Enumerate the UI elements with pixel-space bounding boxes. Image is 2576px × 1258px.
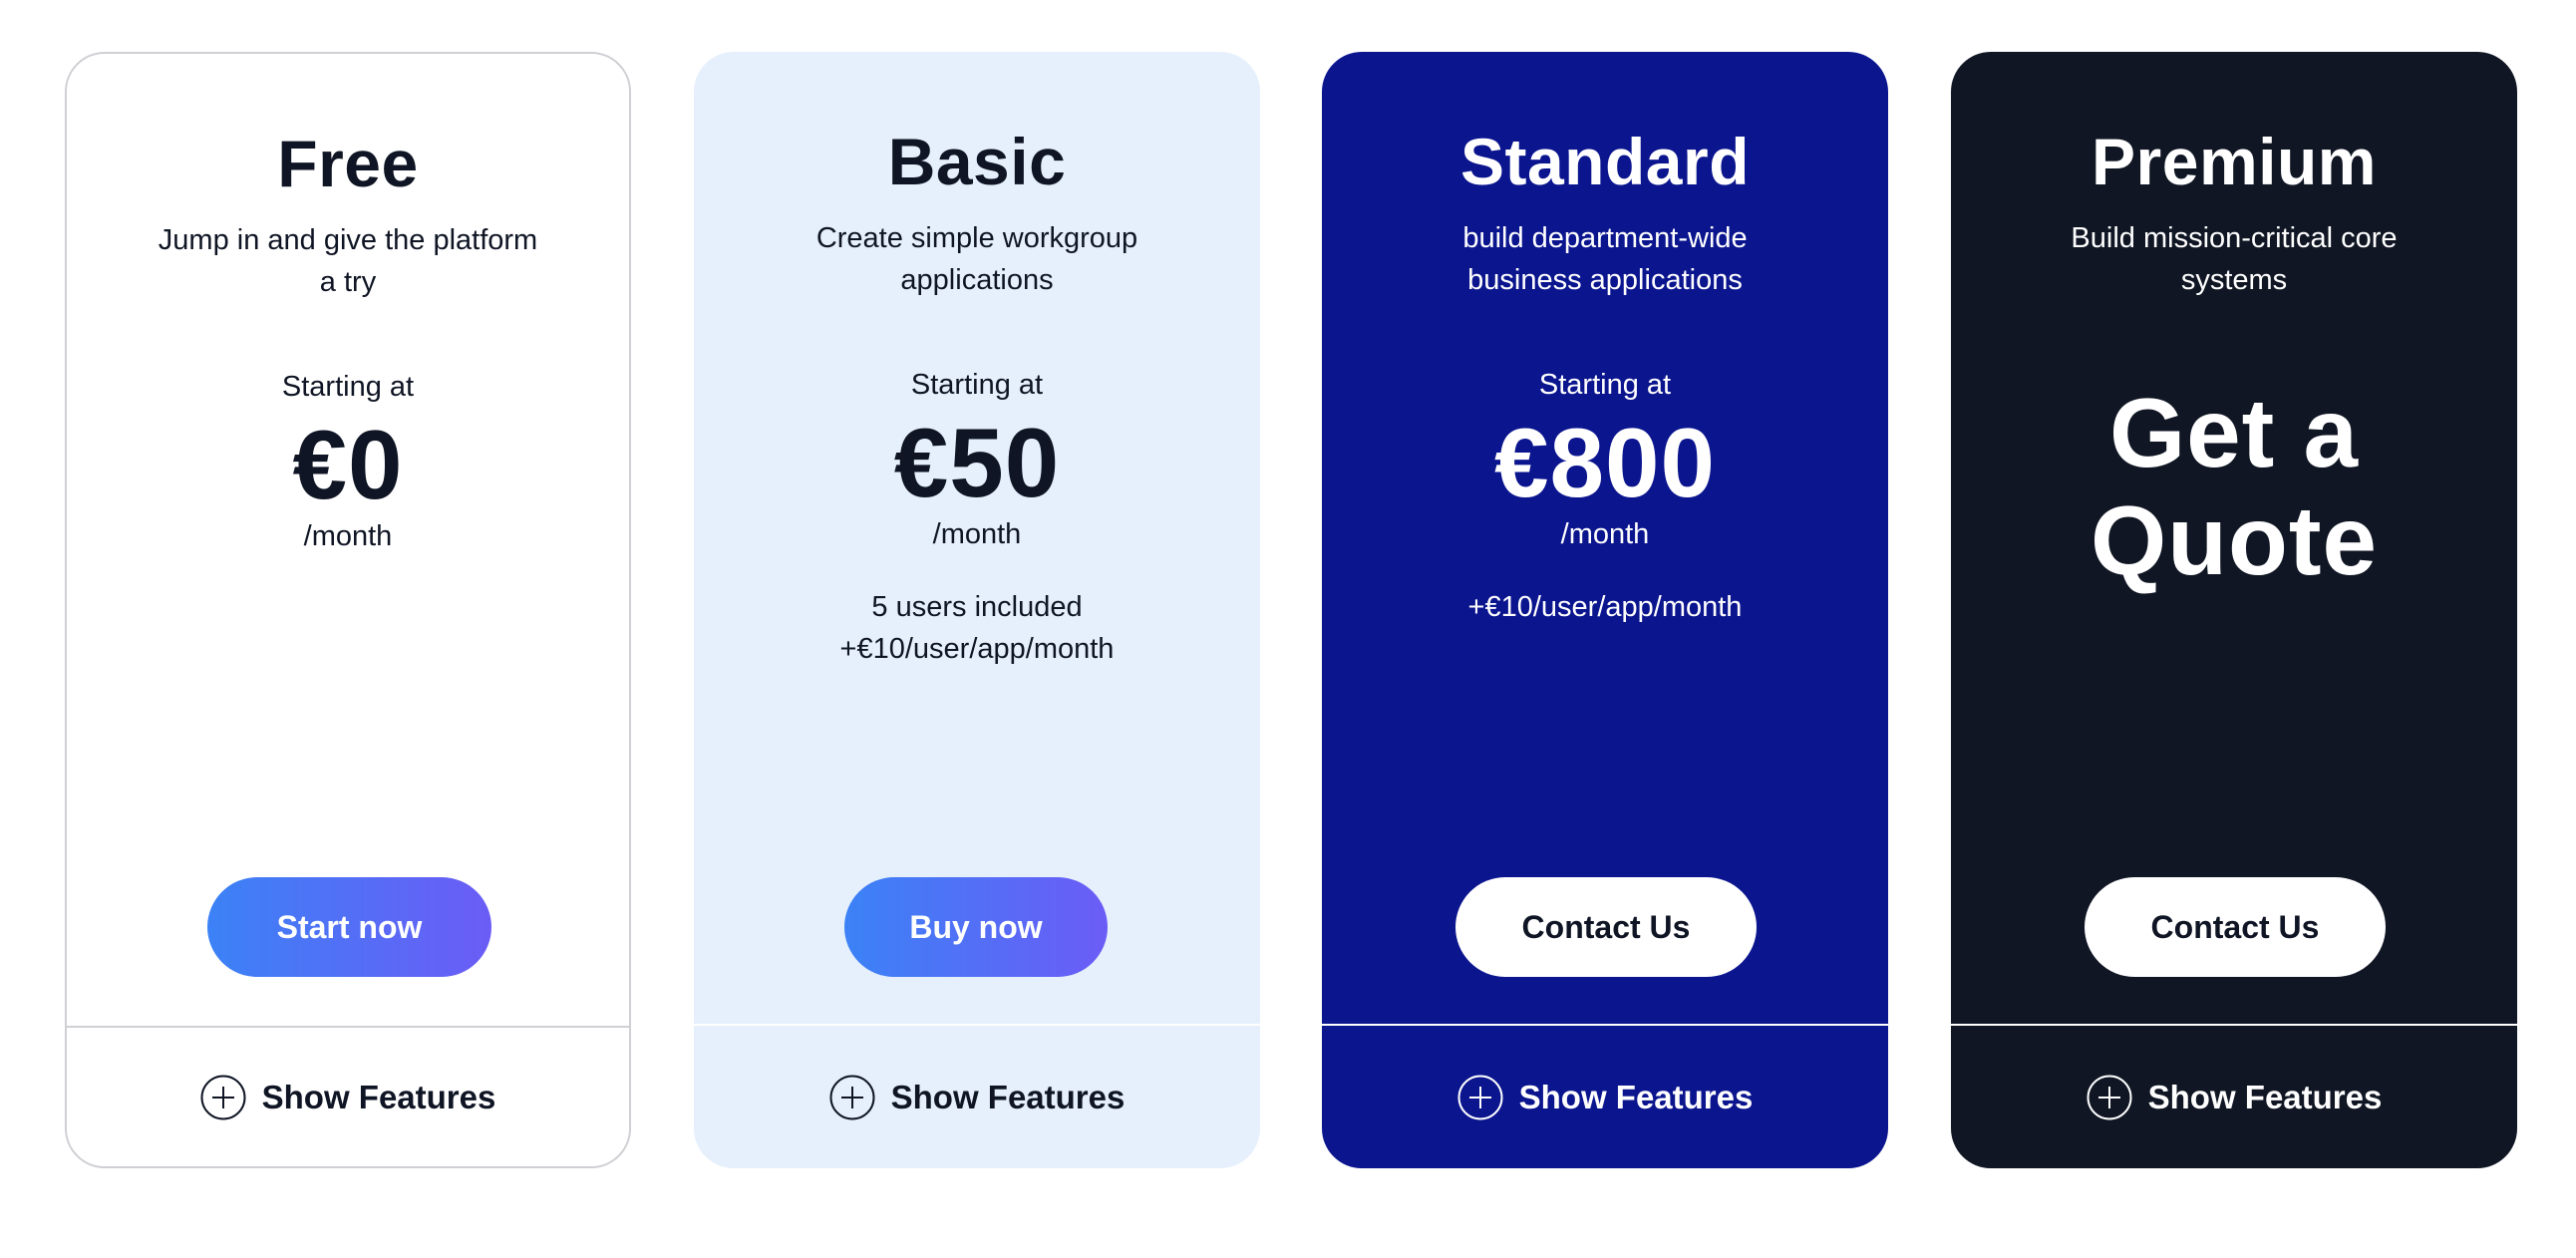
plan-note: 5 users included: [871, 591, 1083, 623]
plus-circle-icon: [200, 1075, 246, 1119]
plan-card-standard: Standard build department-wide business …: [1322, 52, 1888, 1168]
price-period: /month: [303, 520, 393, 552]
plan-tagline: Jump in and give the platform a try: [158, 224, 538, 298]
plan-tagline: build department-wide business applicati…: [1462, 222, 1748, 296]
contact-us-button[interactable]: Contact Us: [2085, 877, 2386, 977]
plan-note: +€10/user/app/month: [839, 633, 1115, 665]
starting-at-label: Starting at: [1538, 369, 1672, 401]
start-now-button[interactable]: Start now: [207, 877, 491, 977]
show-features-toggle[interactable]: Show Features: [1951, 1026, 2517, 1168]
plan-card-premium: Premium Build mission-critical core syst…: [1951, 52, 2517, 1168]
plan-tagline: Create simple workgroup applications: [815, 222, 1138, 296]
starting-at-label: Starting at: [281, 371, 415, 403]
price-period: /month: [932, 518, 1022, 550]
plan-note: +€10/user/app/month: [1467, 591, 1743, 623]
show-features-label: Show Features: [890, 1078, 1126, 1115]
starting-at-label: Starting at: [910, 369, 1044, 401]
plus-circle-icon: [829, 1075, 875, 1119]
show-features-toggle[interactable]: Show Features: [1322, 1026, 1888, 1168]
plan-card-free: Free Jump in and give the platform a try…: [65, 52, 631, 1168]
show-features-toggle[interactable]: Show Features: [694, 1026, 1260, 1168]
contact-us-button[interactable]: Contact Us: [1455, 877, 1757, 977]
plan-card-body: Basic Create simple workgroup applicatio…: [694, 52, 1260, 1024]
plan-price: €0: [292, 410, 404, 519]
price-period: /month: [1560, 518, 1650, 550]
plan-price: €50: [893, 408, 1061, 517]
get-a-quote-text: Get a Quote: [2090, 378, 2379, 595]
plan-notes: 5 users included +€10/user/app/month: [754, 586, 1200, 670]
plan-name: Basic: [887, 125, 1067, 198]
plan-name: Free: [277, 127, 419, 200]
plan-name: Premium: [2092, 125, 2377, 198]
show-features-label: Show Features: [1518, 1078, 1754, 1115]
show-features-label: Show Features: [261, 1078, 496, 1115]
plan-card-body: Premium Build mission-critical core syst…: [1951, 52, 2517, 1024]
show-features-label: Show Features: [2147, 1078, 2383, 1115]
plan-card-body: Standard build department-wide business …: [1322, 52, 1888, 1024]
plan-card-basic: Basic Create simple workgroup applicatio…: [694, 52, 1260, 1168]
buy-now-button[interactable]: Buy now: [844, 877, 1108, 977]
plus-circle-icon: [1457, 1075, 1503, 1119]
show-features-toggle[interactable]: Show Features: [67, 1028, 629, 1166]
plan-tagline: Build mission-critical core systems: [2071, 222, 2398, 296]
plan-card-body: Free Jump in and give the platform a try…: [67, 54, 629, 1026]
plan-notes: +€10/user/app/month: [1382, 586, 1828, 628]
plan-name: Standard: [1459, 125, 1751, 198]
plus-circle-icon: [2087, 1075, 2132, 1119]
plan-price: €800: [1493, 408, 1716, 517]
pricing-plans: Free Jump in and give the platform a try…: [0, 0, 2576, 1258]
